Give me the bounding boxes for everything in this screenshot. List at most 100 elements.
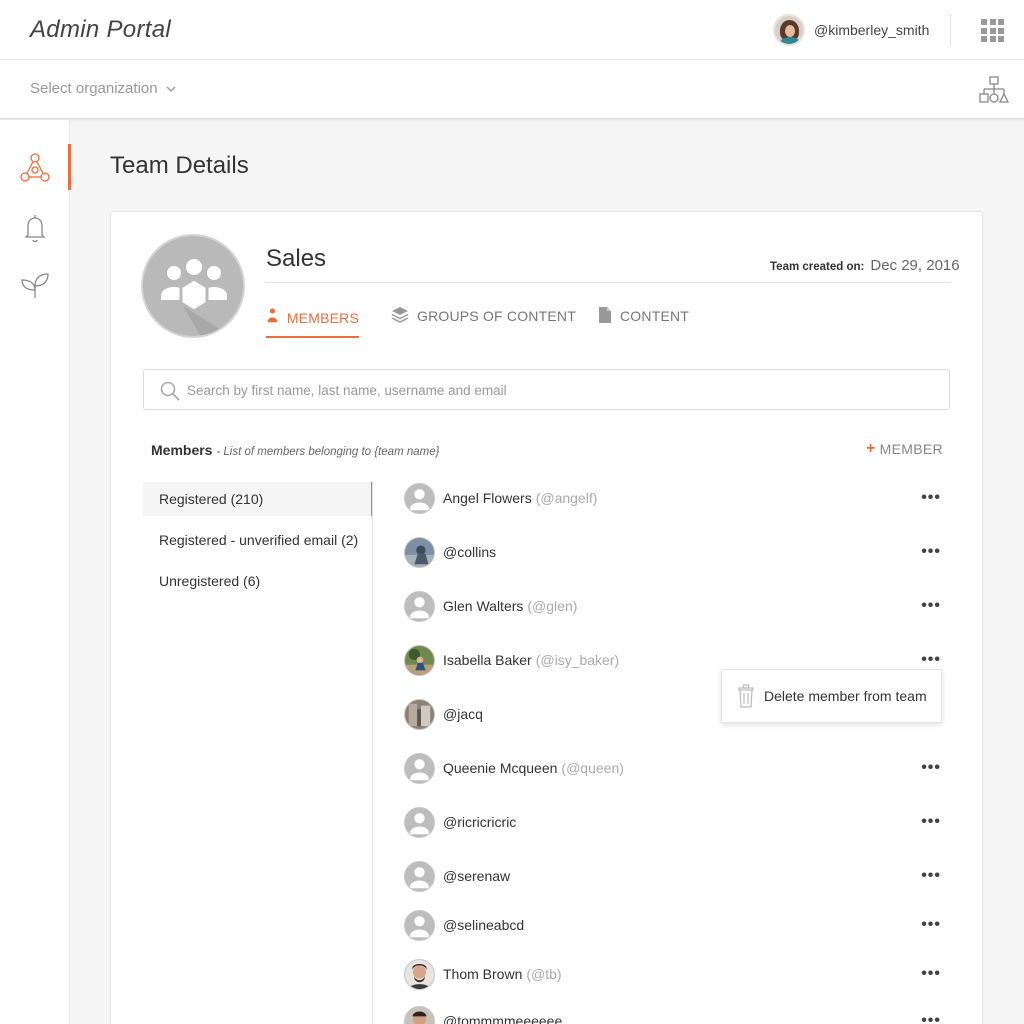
team-name: Sales (266, 245, 327, 272)
member-name: @serenaw (443, 868, 511, 884)
member-row[interactable]: @selineabcd ••• (404, 909, 950, 941)
person-icon (267, 308, 278, 323)
document-icon (599, 307, 611, 323)
add-member-button[interactable]: + MEMBER (866, 440, 943, 458)
tab-content-label: CONTENT (620, 308, 690, 324)
filter-registered[interactable]: Registered (210) (143, 482, 373, 516)
search-input[interactable] (187, 378, 927, 402)
more-options-icon[interactable]: ••• (921, 598, 941, 614)
member-handle: (@tb) (526, 966, 562, 982)
team-avatar (141, 234, 245, 338)
member-handle: (@queen) (561, 760, 624, 776)
tab-content[interactable]: CONTENT (598, 306, 689, 338)
user-avatar[interactable] (773, 14, 805, 46)
sidebar (0, 120, 71, 1024)
member-handle: (@glen) (527, 598, 578, 614)
avatar (404, 752, 435, 784)
member-name: @ricricricric (443, 814, 517, 830)
teams-icon (20, 153, 50, 182)
avatar (404, 1005, 435, 1024)
member-name: Isabella Baker (443, 652, 532, 668)
more-options-icon[interactable]: ••• (921, 490, 941, 506)
members-title: Members (151, 442, 213, 458)
more-options-icon[interactable]: ••• (921, 1013, 941, 1024)
search-icon (160, 381, 180, 401)
member-row[interactable]: Angel Flowers (@angelf) ••• (404, 482, 950, 514)
members-subtitle: - List of members belonging to {team nam… (216, 446, 440, 458)
member-handle: (@angelf) (535, 490, 598, 506)
more-options-icon[interactable]: ••• (921, 966, 941, 982)
sidebar-item-notifications[interactable] (0, 205, 70, 251)
member-name: Glen Walters (443, 598, 524, 614)
filter-registered-unverified[interactable]: Registered - unverified email (2) (143, 523, 372, 557)
avatar (404, 644, 435, 676)
more-options-icon[interactable]: ••• (921, 814, 941, 830)
member-handle: (@isy_baker) (535, 652, 620, 668)
member-name: @collins (443, 544, 497, 560)
filter-label: Unregistered (6) (159, 573, 261, 589)
team-created-label: Team created on: (770, 261, 865, 273)
apps-grid-icon[interactable] (981, 19, 1004, 42)
member-name: @jacq (443, 706, 483, 722)
member-row[interactable]: @collins ••• (404, 536, 950, 568)
member-name: Queenie Mcqueen (443, 760, 558, 776)
filter-unregistered[interactable]: Unregistered (6) (143, 564, 372, 598)
member-row[interactable]: Queenie Mcqueen (@queen) ••• (404, 752, 950, 784)
avatar (404, 806, 435, 838)
team-created: Team created on: Dec 29, 2016 (770, 257, 960, 274)
sidebar-item-growth[interactable] (0, 262, 70, 308)
add-member-label: MEMBER (879, 441, 943, 457)
tab-groups-of-content[interactable]: GROUPS OF CONTENT (391, 306, 576, 338)
member-name: @selineabcd (443, 917, 525, 933)
organization-select-label: Select organization (30, 80, 158, 97)
filter-label: Registered - unverified email (2) (159, 532, 359, 548)
more-options-icon[interactable]: ••• (921, 760, 941, 776)
members-heading: Members - List of members belonging to {… (151, 442, 439, 458)
delete-member-label[interactable]: Delete member from team (764, 688, 927, 704)
team-divider (266, 282, 950, 283)
team-created-value: Dec 29, 2016 (870, 257, 960, 274)
member-row[interactable]: @tommmmeeeeee ••• (404, 1005, 950, 1024)
username-label[interactable]: @kimberley_smith (814, 22, 929, 38)
avatar (404, 536, 435, 568)
user-menu[interactable]: @kimberley_smith (773, 14, 929, 46)
member-context-menu[interactable]: Delete member from team (721, 669, 942, 723)
sprout-icon (21, 273, 49, 298)
member-name: Angel Flowers (443, 490, 532, 506)
avatar (404, 958, 435, 990)
member-row[interactable]: Glen Walters (@glen) ••• (404, 590, 950, 622)
layers-icon (391, 307, 409, 323)
tab-groups-label: GROUPS OF CONTENT (417, 308, 576, 324)
avatar (404, 860, 435, 892)
sidebar-item-teams[interactable] (0, 144, 71, 190)
avatar (404, 909, 435, 941)
plus-icon: + (866, 440, 876, 457)
organization-bar: Select organization (0, 60, 1024, 119)
avatar (404, 698, 435, 730)
tab-members[interactable]: MEMBERS (266, 306, 359, 338)
member-row[interactable]: @serenaw ••• (404, 860, 950, 892)
member-row[interactable]: @ricricricric ••• (404, 806, 950, 838)
bell-icon (24, 215, 46, 243)
org-chart-icon[interactable] (979, 76, 1009, 104)
filter-divider (372, 482, 373, 1024)
avatar (404, 590, 435, 622)
member-name: @tommmmeeeeee (443, 1013, 563, 1024)
more-options-icon[interactable]: ••• (921, 652, 941, 668)
trash-icon (738, 684, 754, 708)
page-title: Team Details (110, 152, 249, 179)
more-options-icon[interactable]: ••• (921, 544, 941, 560)
organization-select[interactable]: Select organization (30, 80, 176, 97)
filter-label: Registered (210) (159, 491, 264, 507)
member-search (143, 369, 950, 410)
member-row[interactable]: Thom Brown (@tb) ••• (404, 958, 950, 990)
topbar-divider (950, 14, 951, 46)
team-group-icon (161, 259, 231, 336)
avatar (404, 482, 435, 514)
member-name: Thom Brown (443, 966, 523, 982)
more-options-icon[interactable]: ••• (921, 917, 941, 933)
top-bar: Admin Portal @kimberley_smith (0, 0, 1024, 60)
app-title: Admin Portal (30, 16, 171, 43)
more-options-icon[interactable]: ••• (921, 868, 941, 884)
chevron-down-icon (166, 86, 176, 92)
